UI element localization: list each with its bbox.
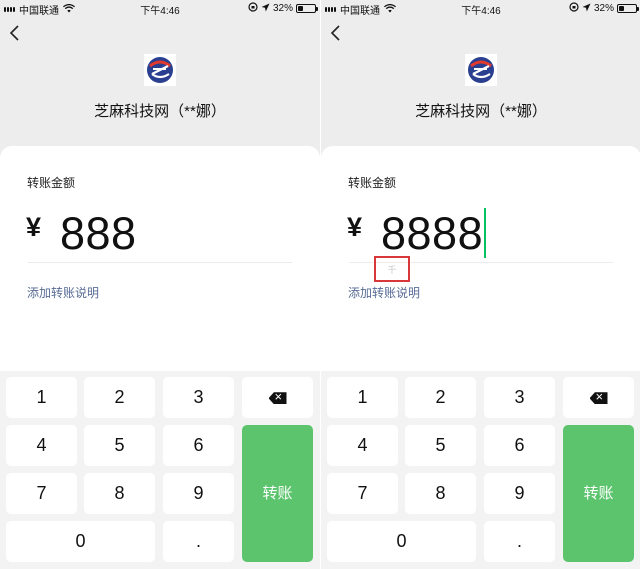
key-7[interactable]: 7 [6,473,77,514]
add-note-link[interactable]: 添加转账说明 [348,284,420,301]
amount-label: 转账金额 [348,176,397,190]
amount-value: 8888 [381,208,484,259]
key-3[interactable]: 3 [484,377,555,418]
key-5[interactable]: 5 [84,425,155,466]
transfer-screen-left: 中国联通 下午4:46 32% 芝麻科技网（**娜） 转账金额 ¥ 888 添加… [0,0,320,569]
orientation-lock-icon [569,2,579,15]
numeric-keypad: 1 2 3 4 5 6 转账 7 8 9 0 . [0,371,320,569]
key-6[interactable]: 6 [163,425,234,466]
payee-name: 芝麻科技网（**娜） [415,103,547,120]
amount-underline [28,262,292,263]
payee-logo [144,54,176,86]
key-0[interactable]: 0 [327,521,476,562]
battery-percent: 32% [272,3,293,14]
numeric-keypad: 1 2 3 4 5 6 转账 7 8 9 0 . [321,371,640,569]
amount-input[interactable]: 8888 [381,208,487,260]
key-3[interactable]: 3 [163,377,234,418]
highlight-box: 千 [374,256,410,282]
transfer-button[interactable]: 转账 [563,425,634,562]
key-2[interactable]: 2 [84,377,155,418]
status-bar: 中国联通 下午4:46 32% [0,0,320,17]
back-chevron-icon[interactable] [8,24,28,46]
amount-input[interactable]: 888 [60,208,137,260]
transfer-button[interactable]: 转账 [242,425,313,562]
back-chevron-icon[interactable] [329,24,349,46]
delete-button[interactable] [242,377,313,418]
key-9[interactable]: 9 [163,473,234,514]
key-4[interactable]: 4 [327,425,398,466]
unit-hint: 千 [387,265,397,275]
key-5[interactable]: 5 [405,425,476,466]
add-note-link[interactable]: 添加转账说明 [27,284,99,301]
key-1[interactable]: 1 [327,377,398,418]
delete-button[interactable] [563,377,634,418]
amount-card: 转账金额 ¥ 8888 千 添加转账说明 [321,146,640,386]
key-9[interactable]: 9 [484,473,555,514]
battery-icon [296,4,318,13]
currency-symbol: ¥ [26,212,42,242]
key-decimal[interactable]: . [163,521,234,562]
location-icon [261,3,270,15]
payee-logo [465,54,497,86]
transfer-screen-right: 中国联通 下午4:46 32% 芝麻科技网（**娜） 转账金额 ¥ 8888 千… [321,0,640,569]
location-icon [582,3,591,15]
amount-card: 转账金额 ¥ 888 添加转账说明 [0,146,320,386]
amount-value: 888 [60,208,137,259]
status-bar: 中国联通 下午4:46 32% [321,0,640,17]
text-cursor [484,208,487,258]
backspace-icon [268,392,287,405]
battery-icon [617,4,639,13]
battery-percent: 32% [593,3,614,14]
backspace-icon [589,392,608,405]
key-4[interactable]: 4 [6,425,77,466]
key-7[interactable]: 7 [327,473,398,514]
amount-label: 转账金额 [27,176,76,190]
key-8[interactable]: 8 [84,473,155,514]
key-8[interactable]: 8 [405,473,476,514]
key-1[interactable]: 1 [6,377,77,418]
payee-name: 芝麻科技网（**娜） [94,103,226,120]
key-decimal[interactable]: . [484,521,555,562]
currency-symbol: ¥ [347,212,363,242]
orientation-lock-icon [248,2,258,15]
key-0[interactable]: 0 [6,521,155,562]
key-2[interactable]: 2 [405,377,476,418]
key-6[interactable]: 6 [484,425,555,466]
